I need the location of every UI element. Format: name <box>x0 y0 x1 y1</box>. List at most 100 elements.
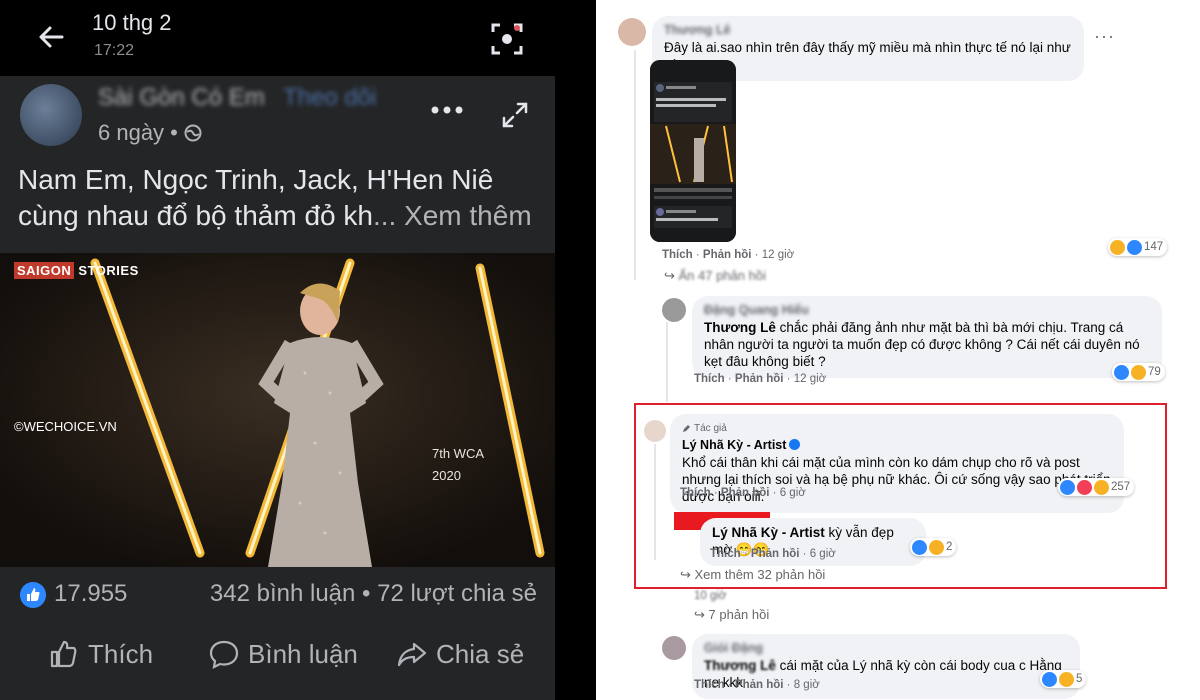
reaction-count: 79 <box>1148 366 1161 378</box>
expand-icon[interactable] <box>500 100 530 130</box>
reaction-summary[interactable]: 257 <box>1058 478 1135 496</box>
red-carpet-photo <box>0 253 555 567</box>
mention-tag[interactable]: Thương Lê <box>704 320 776 335</box>
reaction-summary[interactable]: 5 <box>1040 670 1087 688</box>
post-age: 6 ngày <box>98 120 165 145</box>
author-badge: Tác giả <box>682 420 1112 437</box>
reaction-count: 2 <box>946 541 953 553</box>
like-reaction-icon <box>1127 239 1142 255</box>
reaction-summary[interactable]: 2 <box>910 538 957 556</box>
comment-like-link[interactable]: Thích <box>694 373 725 385</box>
see-more-replies-link[interactable]: ↪ Xem thêm 32 phản hồi <box>680 567 825 583</box>
comment-time[interactable]: 10 giờ <box>694 590 726 602</box>
comment-time[interactable]: 12 giờ <box>794 373 826 385</box>
comment-like-link[interactable]: Thích <box>680 487 711 499</box>
haha-reaction-icon <box>1131 364 1146 380</box>
comment-time[interactable]: 6 giờ <box>810 548 836 560</box>
commenter-name[interactable]: Đặng Quang Hiếu <box>704 302 1150 319</box>
comment-actions: 10 giờ <box>694 590 726 602</box>
comment-reply-link[interactable]: Phản hồi <box>735 373 784 385</box>
share-button[interactable]: Chia sẻ <box>396 638 524 670</box>
mention-tag[interactable]: Thương Lê <box>704 658 776 673</box>
haha-reaction-icon <box>929 539 944 555</box>
page-name[interactable]: Sài Gòn Có Em <box>98 84 265 112</box>
share-label: Chia sẻ <box>436 638 525 669</box>
comment-like-link[interactable]: Thích <box>710 548 741 560</box>
view-replies-link[interactable]: ↪ 7 phản hồi <box>694 607 769 623</box>
panel-divider <box>596 0 604 700</box>
commenter-name[interactable]: Lý Nhã Kỳ - Artist <box>682 437 1112 454</box>
mention-tag[interactable]: Lý Nhã Kỳ - Artist <box>712 525 825 540</box>
more-options-icon[interactable] <box>430 102 464 118</box>
like-reaction-icon <box>1114 364 1129 380</box>
thread-line <box>654 444 656 560</box>
haha-reaction-icon <box>1059 671 1074 687</box>
post-meta: 6 ngày • <box>98 120 202 146</box>
comment-actions: Thích · Phản hồi · 6 giờ <box>680 487 806 499</box>
watermark-text: ©WECHOICE.VN <box>14 419 117 434</box>
mobile-screenshot: 10 thg 2 17:22 Sài Gòn Có Em Theo dõi 6 … <box>0 0 596 700</box>
comment-bubble-icon <box>209 640 239 669</box>
like-reaction-icon <box>912 539 927 555</box>
comment-like-link[interactable]: Thích <box>694 679 725 691</box>
thread-line <box>634 50 636 280</box>
comment-reply-link[interactable]: Phản hồi <box>721 487 770 499</box>
post-caption: Nam Em, Ngọc Trinh, Jack, H'Hen Niê cùng… <box>18 162 548 234</box>
commenter-name[interactable]: Thương Lê <box>664 22 1072 39</box>
comment-like-link[interactable]: Thích <box>662 249 693 261</box>
comment-reply-link[interactable]: Phản hồi <box>751 548 800 560</box>
follow-link[interactable]: Theo dõi <box>283 84 376 112</box>
avatar[interactable] <box>662 636 686 660</box>
pen-icon <box>683 425 690 432</box>
globe-icon <box>184 124 202 142</box>
mobile-topbar: 10 thg 2 17:22 <box>0 0 596 72</box>
comment-button[interactable]: Bình luận <box>208 638 358 670</box>
commenter-name[interactable]: Giỏi Đặng <box>704 640 1068 657</box>
post-photo[interactable]: SAIGON STORIES ©WECHOICE.VN 7th WCA 2020 <box>0 253 555 567</box>
event-backdrop-text: 7th WCA 2020 <box>432 446 485 483</box>
avatar[interactable] <box>618 18 646 46</box>
hide-replies-link[interactable]: ↪ Ẩn 47 phản hồi <box>664 268 766 284</box>
comment-time[interactable]: 6 giờ <box>780 487 806 499</box>
comments-screenshot: Thương Lê Đây là ai.sao nhìn trên đây th… <box>604 0 1200 700</box>
post-stats: 17.955 342 bình luận • 72 lượt chia sẻ <box>0 576 555 616</box>
post-actions: Thích Bình luận Chia sẻ <box>0 634 555 684</box>
comment-time[interactable]: 12 giờ <box>762 249 794 261</box>
like-reaction-icon <box>20 582 46 608</box>
screenshot-thumbnail <box>650 60 736 242</box>
comment-options-icon[interactable]: ··· <box>1094 26 1115 47</box>
verified-badge-icon <box>789 439 801 450</box>
comment-share-count[interactable]: 342 bình luận • 72 lượt chia sẻ <box>210 580 537 608</box>
topbar-time: 17:22 <box>94 42 135 59</box>
comment-time[interactable]: 8 giờ <box>794 679 820 691</box>
like-button[interactable]: Thích <box>48 638 153 670</box>
like-label: Thích <box>88 638 154 669</box>
comment-actions: Thích · Phản hồi · 6 giờ <box>710 548 836 560</box>
avatar[interactable] <box>662 298 686 322</box>
post-card: Sài Gòn Có Em Theo dõi 6 ngày • Nam Em, … <box>0 76 555 700</box>
reaction-count: 257 <box>1111 481 1131 493</box>
like-reaction-icon <box>1042 671 1057 687</box>
reaction-summary[interactable]: 79 <box>1112 363 1165 381</box>
haha-reaction-icon <box>1110 239 1125 255</box>
comment-reply-link[interactable]: Phản hồi <box>735 679 784 691</box>
see-more-link[interactable]: ... Xem thêm <box>373 200 532 231</box>
avatar[interactable] <box>644 420 666 442</box>
topbar-date: 10 thg 2 <box>92 10 172 35</box>
reaction-count: 147 <box>1144 241 1164 253</box>
like-count[interactable]: 17.955 <box>54 580 127 608</box>
reaction-summary[interactable]: 147 <box>1108 238 1168 256</box>
back-arrow-icon[interactable] <box>36 22 66 52</box>
comment-bubble: Đặng Quang Hiếu Thương Lê chắc phải đăng… <box>692 296 1162 378</box>
comment-actions: Thích · Phản hồi · 12 giờ <box>694 373 827 385</box>
thread-line <box>666 322 668 402</box>
like-reaction-icon <box>1060 479 1075 495</box>
comment-reply-link[interactable]: Phản hồi <box>703 249 752 261</box>
dot-separator: • <box>170 120 178 145</box>
love-reaction-icon <box>1077 479 1092 495</box>
page-avatar[interactable] <box>20 84 82 146</box>
comment-image-attachment[interactable] <box>650 60 736 242</box>
comment-text: Thương Lê chắc phải đăng ảnh như mặt bà … <box>704 320 1140 369</box>
lens-search-icon[interactable] <box>490 22 524 56</box>
thumbs-up-icon <box>50 640 77 668</box>
